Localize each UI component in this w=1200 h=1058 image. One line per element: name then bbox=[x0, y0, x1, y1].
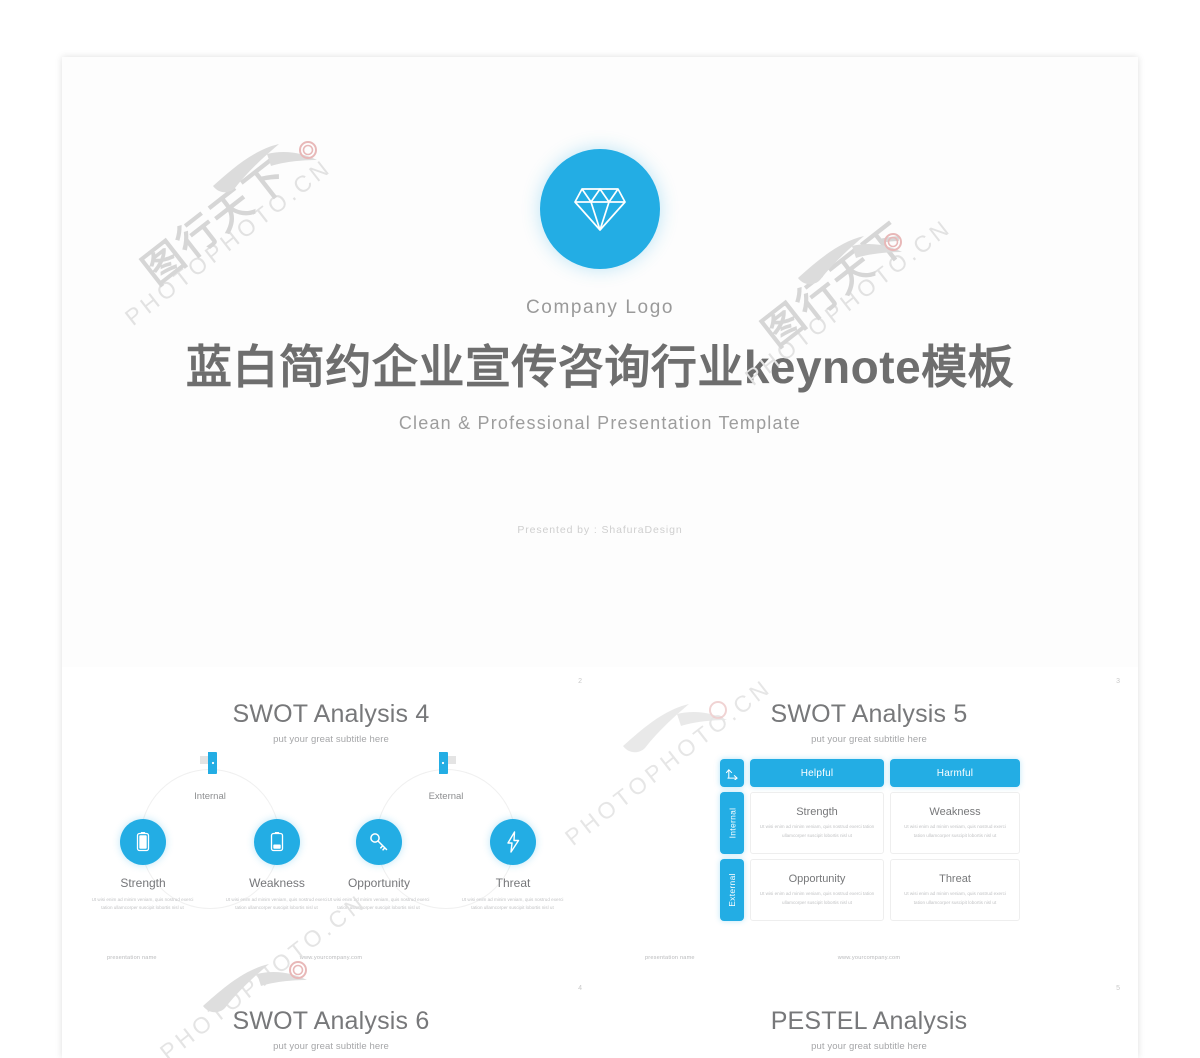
matrix-cell-title: Opportunity bbox=[788, 873, 846, 886]
matrix-cell-opportunity[interactable]: Opportunity Ut wisi enim ad minim veniam… bbox=[750, 859, 884, 921]
slide-title: SWOT Analysis 4 bbox=[232, 700, 430, 728]
swot-group-internal: Internal Strength Weakness Ut wisi enim … bbox=[92, 751, 327, 926]
swot-group-external: External Opportunity Threat Ut wisi enim… bbox=[328, 751, 563, 926]
footer-website-url: www.yourcompany.com bbox=[299, 955, 363, 961]
cover-slide[interactable]: Company Logo 蓝白简约企业宣传咨询行业keynote模板 Clean… bbox=[62, 57, 1138, 667]
matrix-cell-desc: Ut wisi enim ad minim veniam, quis nostr… bbox=[759, 824, 875, 838]
slide-title: SWOT Analysis 6 bbox=[232, 1007, 430, 1035]
screenshot-root: Company Logo 蓝白简约企业宣传咨询行业keynote模板 Clean… bbox=[0, 0, 1200, 1058]
matrix-cell-desc: Ut wisi enim ad minim veniam, quis nostr… bbox=[759, 891, 875, 905]
swot-heading-weakness: Weakness bbox=[249, 876, 305, 890]
swot-heading-opportunity: Opportunity bbox=[347, 876, 411, 890]
battery-full-icon bbox=[136, 832, 150, 852]
slide-thumbnail-pestel[interactable]: 5 PESTEL Analysis put your great subtitl… bbox=[600, 974, 1138, 1058]
footer-presentation-name: presentation name bbox=[645, 955, 695, 961]
swot-venn-diagram: Internal Strength Weakness Ut wisi enim … bbox=[62, 751, 600, 926]
swot-desc-opportunity: Ut wisi enim ad minim veniam, quis nostr… bbox=[327, 897, 430, 911]
diamond-icon bbox=[574, 188, 626, 231]
swot-icon-strength[interactable] bbox=[120, 819, 166, 865]
matrix-cell-title: Strength bbox=[796, 806, 838, 819]
slide-footer: presentation name www.yourcompany.com bbox=[62, 955, 600, 965]
matrix-row-header-external: External bbox=[720, 859, 744, 921]
swot-heading-threat: Threat bbox=[495, 876, 531, 890]
presented-by-label: Presented by : ShafuraDesign bbox=[517, 523, 683, 536]
slide-subtitle: put your great subtitle here bbox=[811, 734, 927, 745]
slide-subtitle: put your great subtitle here bbox=[811, 1041, 927, 1052]
venn-group-label: External bbox=[428, 791, 464, 802]
slide-title: SWOT Analysis 5 bbox=[770, 700, 968, 728]
matrix-cell-desc: Ut wisi enim ad minim veniam, quis nostr… bbox=[904, 891, 1006, 905]
company-logo-badge bbox=[540, 149, 660, 269]
swot-desc-strength: Ut wisi enim ad minim veniam, quis nostr… bbox=[91, 897, 194, 911]
slide-footer: presentation name www.yourcompany.com bbox=[600, 955, 1138, 965]
venn-group-label: Internal bbox=[194, 791, 226, 802]
matrix-cell-desc: Ut wisi enim ad minim veniam, quis nostr… bbox=[904, 824, 1006, 838]
swot-matrix: Helpful Harmful Internal External Streng… bbox=[600, 759, 1138, 939]
footer-presentation-name: presentation name bbox=[107, 955, 157, 961]
lightning-bolt-icon bbox=[507, 831, 520, 853]
swot-icon-weakness[interactable] bbox=[254, 819, 300, 865]
matrix-column-header-harmful: Harmful bbox=[890, 759, 1020, 787]
footer-website-url: www.yourcompany.com bbox=[837, 955, 901, 961]
matrix-cell-strength[interactable]: Strength Ut wisi enim ad minim veniam, q… bbox=[750, 792, 884, 854]
matrix-cell-title: Threat bbox=[939, 873, 971, 886]
bookmark-flag-icon bbox=[439, 752, 456, 774]
slide-subtitle: put your great subtitle here bbox=[273, 1041, 389, 1052]
slide-number: 5 bbox=[1116, 985, 1120, 992]
cover-subtitle: Clean & Professional Presentation Templa… bbox=[398, 412, 802, 433]
matrix-cell-weakness[interactable]: Weakness Ut wisi enim ad minim veniam, q… bbox=[890, 792, 1020, 854]
slide-number: 4 bbox=[578, 985, 582, 992]
slide-number: 3 bbox=[1116, 678, 1120, 685]
slide-thumbnail-grid: 2 SWOT Analysis 4 put your great subtitl… bbox=[62, 667, 1138, 1058]
matrix-row-label: External bbox=[727, 873, 737, 907]
key-icon bbox=[370, 833, 388, 851]
matrix-cell-title: Weakness bbox=[929, 806, 981, 819]
matrix-row-label: Internal bbox=[727, 807, 738, 839]
bookmark-flag-icon bbox=[200, 752, 217, 774]
slide-thumbnail-swot-6[interactable]: 4 SWOT Analysis 6 put your great subtitl… bbox=[62, 974, 600, 1058]
matrix-corner-cell bbox=[720, 759, 744, 787]
swot-desc-threat: Ut wisi enim ad minim veniam, quis nostr… bbox=[461, 897, 564, 911]
battery-low-icon bbox=[270, 832, 284, 852]
swot-heading-strength: Strength bbox=[120, 876, 166, 890]
slide-subtitle: put your great subtitle here bbox=[273, 734, 389, 745]
matrix-column-header-helpful: Helpful bbox=[750, 759, 884, 787]
swot-icon-opportunity[interactable] bbox=[356, 819, 402, 865]
company-logo-label: Company Logo bbox=[525, 297, 675, 318]
page-title: 蓝白简约企业宣传咨询行业keynote模板 bbox=[185, 341, 1015, 393]
matrix-cell-threat[interactable]: Threat Ut wisi enim ad minim veniam, qui… bbox=[890, 859, 1020, 921]
slide-thumbnail-swot-5[interactable]: 3 SWOT Analysis 5 put your great subtitl… bbox=[600, 667, 1138, 974]
swot-icon-threat[interactable] bbox=[490, 819, 536, 865]
slide-title: PESTEL Analysis bbox=[770, 1007, 968, 1035]
matrix-row-header-internal: Internal bbox=[720, 792, 744, 854]
slide-thumbnail-swot-4[interactable]: 2 SWOT Analysis 4 put your great subtitl… bbox=[62, 667, 600, 974]
swot-desc-weakness: Ut wisi enim ad minim veniam, quis nostr… bbox=[225, 897, 328, 911]
arrows-cross-icon bbox=[725, 768, 738, 780]
slide-number: 2 bbox=[578, 678, 582, 685]
